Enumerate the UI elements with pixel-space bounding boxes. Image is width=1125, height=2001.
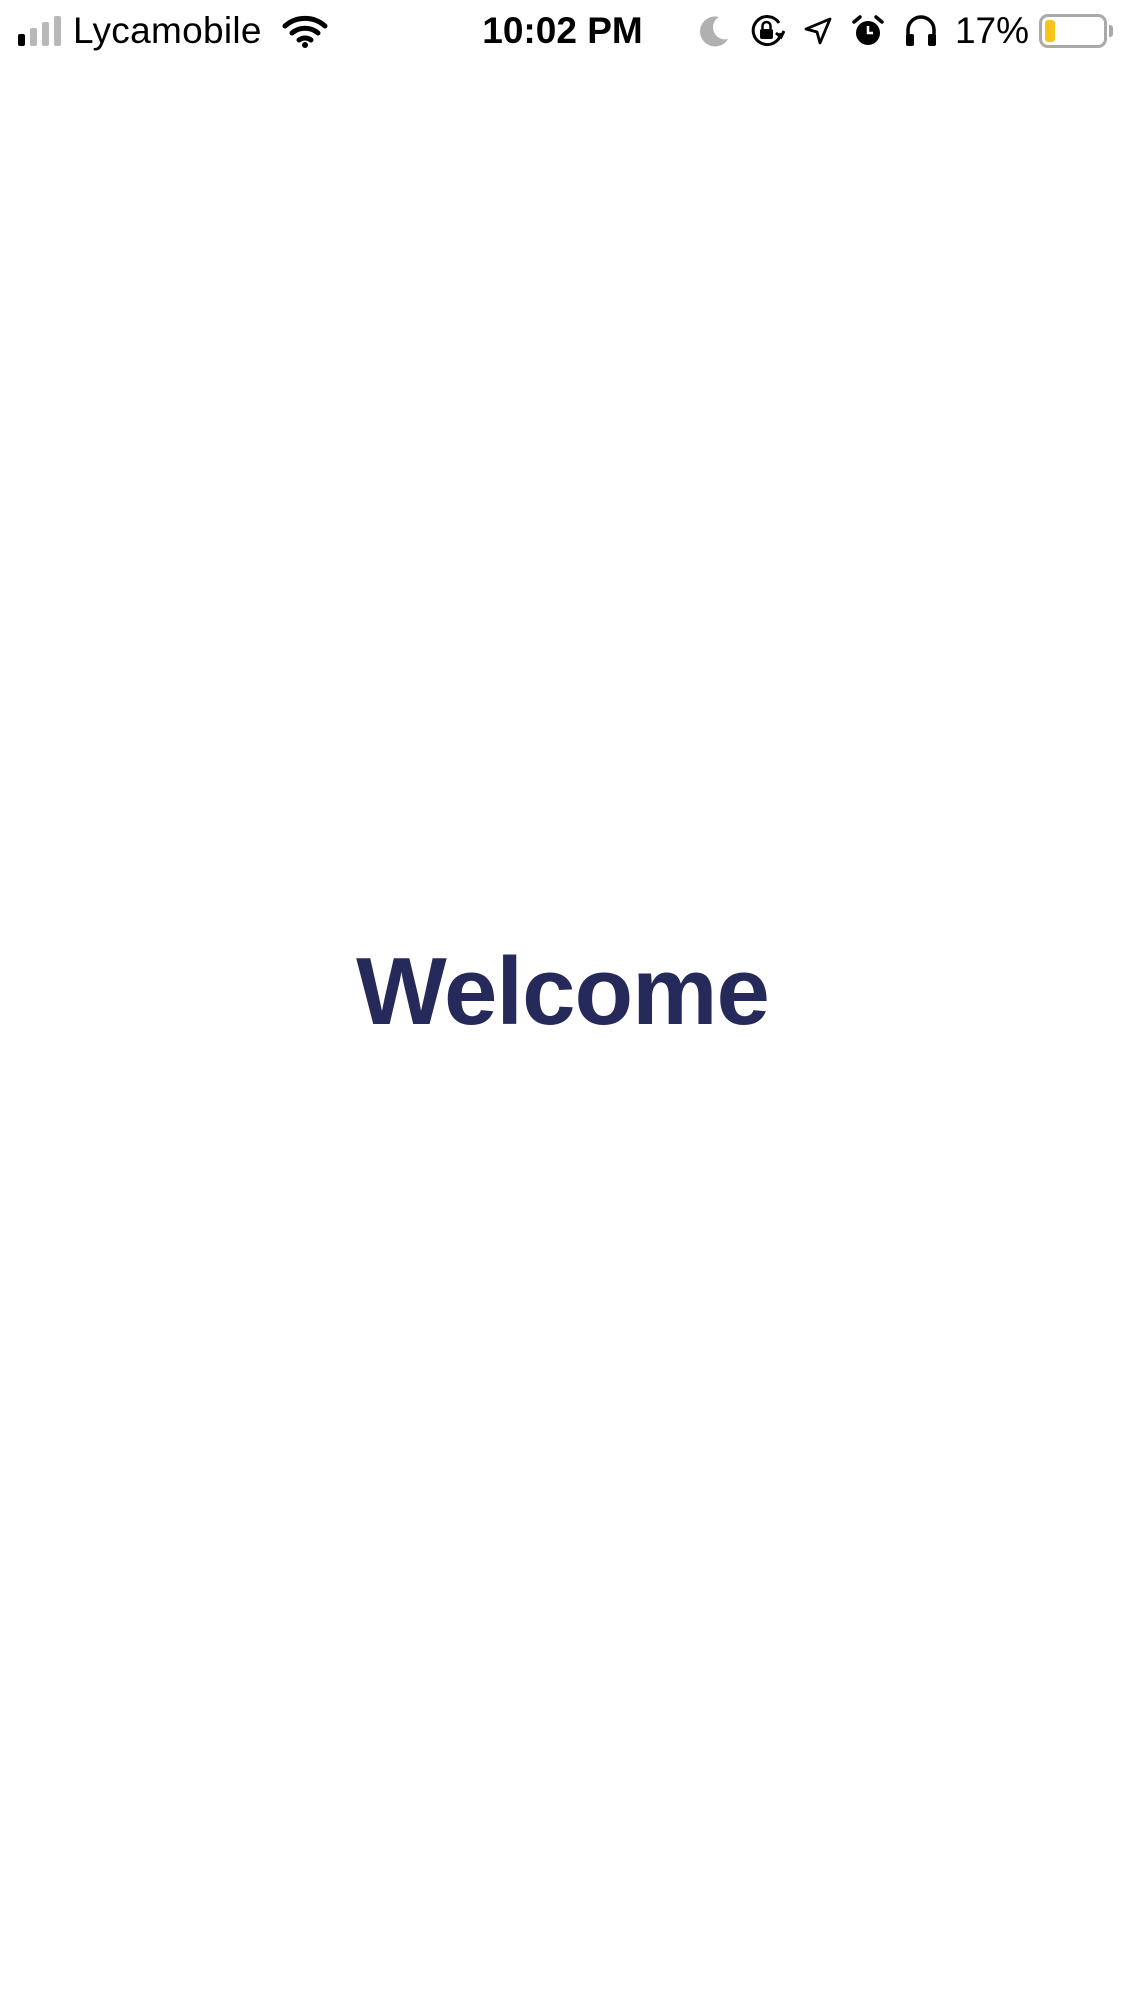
signal-bar	[54, 16, 61, 46]
moon-icon	[699, 16, 728, 47]
signal-bar	[30, 28, 37, 46]
battery-level-fill	[1045, 20, 1055, 42]
welcome-title: Welcome	[356, 938, 770, 1045]
status-bar-left: Lycamobile	[18, 8, 328, 54]
status-bar: Lycamobile 10:02 PM 17%	[0, 0, 1125, 62]
battery-cap	[1109, 25, 1113, 37]
battery-percentage: 17%	[954, 10, 1029, 51]
status-bar-right: 17%	[679, 8, 1113, 54]
status-time: 10:02 PM	[482, 10, 643, 51]
wifi-icon	[282, 15, 328, 48]
carrier-name: Lycamobile	[73, 10, 262, 51]
headphones-icon	[905, 15, 936, 46]
welcome-screen: Lycamobile 10:02 PM 17% Welcome	[0, 0, 1125, 2001]
location-icon	[804, 17, 832, 45]
battery-icon	[1039, 14, 1107, 48]
alarm-icon	[852, 15, 884, 45]
signal-icon	[18, 16, 61, 46]
orientation-lock-icon	[751, 15, 785, 47]
signal-bar	[18, 34, 25, 46]
signal-bar	[42, 22, 49, 46]
